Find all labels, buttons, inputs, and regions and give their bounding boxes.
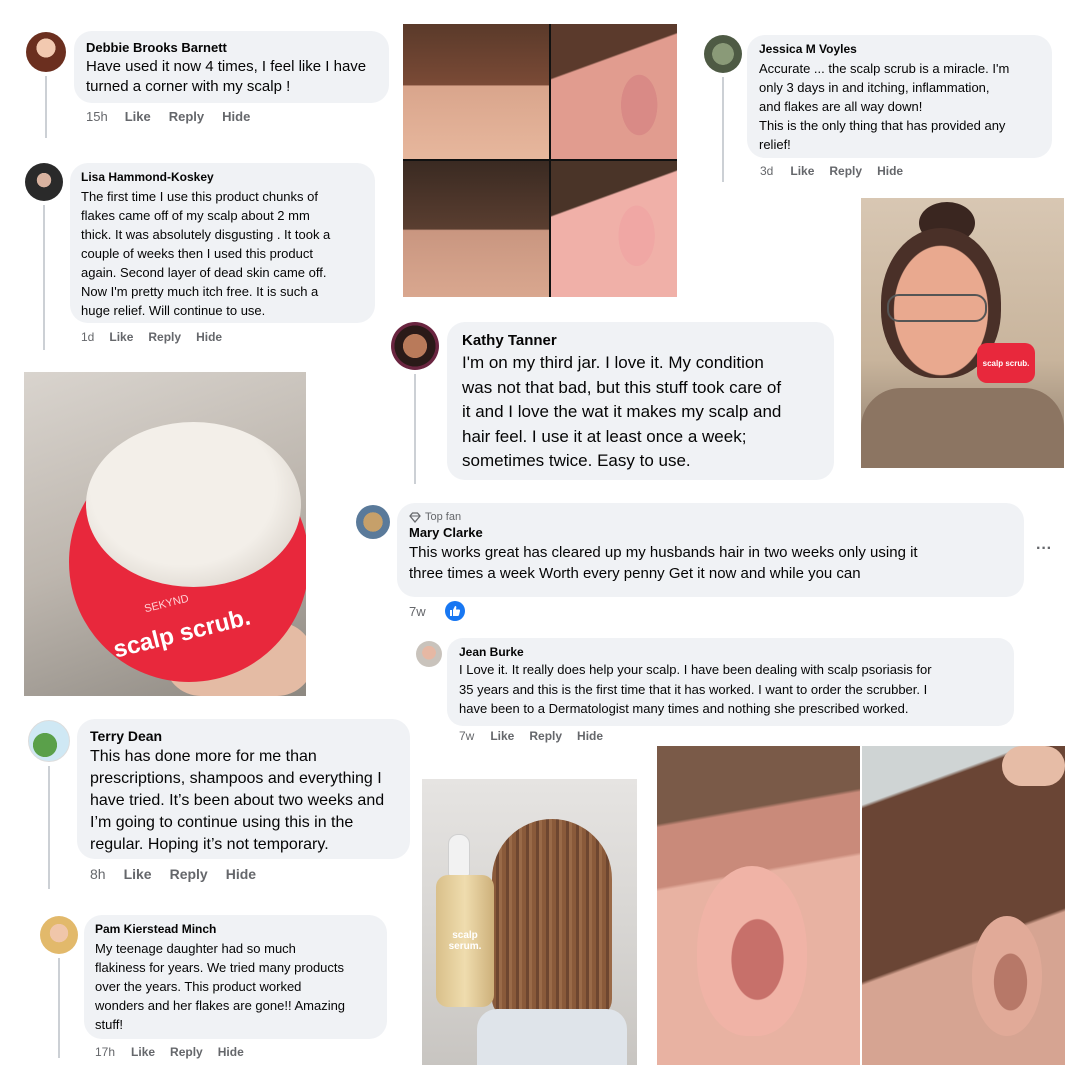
comment-meta-debbie: 15h Like Reply Hide — [86, 109, 250, 124]
hide-button[interactable]: Hide — [877, 164, 903, 178]
comment-text: Have used it now 4 times, I feel like I … — [86, 58, 367, 95]
avatar-mary[interactable] — [356, 505, 390, 539]
comment-author[interactable]: Jean Burke — [459, 645, 1002, 659]
top-fan-badge: Top fan — [409, 511, 1012, 523]
photo-nape-after — [403, 161, 549, 297]
comment-author[interactable]: Debbie Brooks Barnett — [86, 40, 377, 55]
reply-button[interactable]: Reply — [829, 164, 862, 178]
hide-button[interactable]: Hide — [222, 109, 250, 124]
comment-meta-mary: 7w — [409, 604, 426, 619]
glasses — [887, 294, 987, 322]
shirt — [477, 1009, 627, 1065]
comment-text: Accurate ... the scalp scrub is a miracl… — [759, 61, 1010, 152]
hide-button[interactable]: Hide — [218, 1045, 244, 1059]
before-after-photo-grid — [403, 24, 677, 297]
serum-bottle: scalp serum. — [436, 875, 494, 1007]
avatar-terry[interactable] — [28, 720, 70, 762]
comment-author[interactable]: Terry Dean — [90, 728, 397, 744]
more-options-icon[interactable]: ··· — [1036, 540, 1052, 558]
reply-button[interactable]: Reply — [148, 330, 181, 344]
shirt — [861, 388, 1064, 468]
scalp-scrub-jar-photo: SEKYND scalp scrub. — [24, 372, 306, 696]
comment-bubble-debbie: Debbie Brooks Barnett Have used it now 4… — [74, 31, 389, 103]
avatar-pam[interactable] — [40, 916, 78, 954]
thread-line — [45, 76, 47, 138]
like-button[interactable]: Like — [109, 330, 133, 344]
diamond-icon — [409, 511, 421, 523]
comment-bubble-terry: Terry Dean This has done more for me tha… — [77, 719, 410, 859]
scalp-serum-hair-photo: scalp serum. — [422, 779, 637, 1065]
reply-button[interactable]: Reply — [170, 866, 208, 882]
like-button[interactable]: Like — [790, 164, 814, 178]
comment-bubble-jean: Jean Burke I Love it. It really does hel… — [447, 638, 1014, 726]
photo-ear-after — [551, 161, 677, 297]
comment-meta-lisa: 1d Like Reply Hide — [81, 330, 222, 344]
hide-button[interactable]: Hide — [226, 866, 256, 882]
like-button[interactable]: Like — [490, 729, 514, 743]
ear-scalp-closeup-before — [657, 746, 860, 1065]
comment-time[interactable]: 1d — [81, 330, 94, 344]
avatar-debbie[interactable] — [26, 32, 66, 72]
jar-label: scalp scrub. — [982, 358, 1030, 368]
like-button[interactable]: Like — [124, 866, 152, 882]
thread-line — [48, 766, 50, 889]
serum-label: scalp serum. — [448, 930, 482, 952]
comment-text: I Love it. It really does help your scal… — [459, 662, 932, 716]
comment-time[interactable]: 7w — [459, 729, 474, 743]
jar-cream — [86, 422, 301, 587]
thread-line — [43, 205, 45, 350]
comment-text: This has done more for me than prescript… — [90, 748, 385, 853]
comment-author[interactable]: Lisa Hammond-Koskey — [81, 170, 364, 184]
badge-label: Top fan — [425, 511, 462, 523]
avatar-kathy[interactable] — [391, 322, 439, 370]
comment-author[interactable]: Pam Kierstead Minch — [95, 922, 376, 936]
like-button[interactable]: Like — [131, 1045, 155, 1059]
reply-button[interactable]: Reply — [169, 109, 204, 124]
comment-text: My teenage daughter had so much flakines… — [95, 941, 346, 1032]
hide-button[interactable]: Hide — [196, 330, 222, 344]
comment-author[interactable]: Jessica M Voyles — [759, 42, 1040, 56]
fingers — [1002, 746, 1065, 786]
avatar-jean[interactable] — [416, 641, 442, 667]
avatar-jessica[interactable] — [704, 35, 742, 73]
comment-meta-pam: 17h Like Reply Hide — [95, 1045, 244, 1059]
comment-meta-terry: 8h Like Reply Hide — [90, 866, 256, 882]
comment-time[interactable]: 7w — [409, 604, 426, 619]
comment-time[interactable]: 3d — [760, 164, 773, 178]
customer-photo-with-jar: scalp scrub. — [861, 198, 1064, 468]
comment-author[interactable]: Mary Clarke — [409, 525, 1012, 540]
comment-time[interactable]: 8h — [90, 866, 106, 882]
comment-time[interactable]: 15h — [86, 109, 108, 124]
thread-line — [414, 374, 416, 484]
hide-button[interactable]: Hide — [577, 729, 603, 743]
ear — [697, 866, 807, 1036]
comment-text: This works great has cleared up my husba… — [409, 544, 918, 582]
ear — [972, 916, 1042, 1036]
avatar-lisa[interactable] — [25, 163, 63, 201]
held-jar: scalp scrub. — [977, 343, 1035, 383]
ear-scalp-closeup-after — [862, 746, 1065, 1065]
comment-bubble-jessica: Jessica M Voyles Accurate ... the scalp … — [747, 35, 1052, 158]
comment-meta-jessica: 3d Like Reply Hide — [760, 164, 903, 178]
comment-bubble-lisa: Lisa Hammond-Koskey The first time I use… — [70, 163, 375, 323]
comment-author[interactable]: Kathy Tanner — [462, 332, 819, 349]
comment-bubble-kathy: Kathy Tanner I'm on my third jar. I love… — [447, 322, 834, 480]
comment-text: The first time I use this product chunks… — [81, 189, 331, 318]
like-button[interactable]: Like — [125, 109, 151, 124]
photo-ear-before — [551, 24, 677, 159]
dropper-cap — [448, 834, 470, 876]
thumbs-up-icon[interactable] — [445, 601, 465, 621]
reply-button[interactable]: Reply — [529, 729, 562, 743]
thread-line — [722, 77, 724, 182]
reply-button[interactable]: Reply — [170, 1045, 203, 1059]
comment-bubble-mary: Top fan Mary Clarke This works great has… — [397, 503, 1024, 597]
comment-text: I'm on my third jar. I love it. My condi… — [462, 353, 782, 470]
comment-time[interactable]: 17h — [95, 1045, 115, 1059]
thread-line — [58, 958, 60, 1058]
wet-hair — [492, 819, 612, 1019]
comment-bubble-pam: Pam Kierstead Minch My teenage daughter … — [84, 915, 387, 1039]
photo-nape-before — [403, 24, 549, 159]
comment-meta-jean: 7w Like Reply Hide — [459, 729, 603, 743]
